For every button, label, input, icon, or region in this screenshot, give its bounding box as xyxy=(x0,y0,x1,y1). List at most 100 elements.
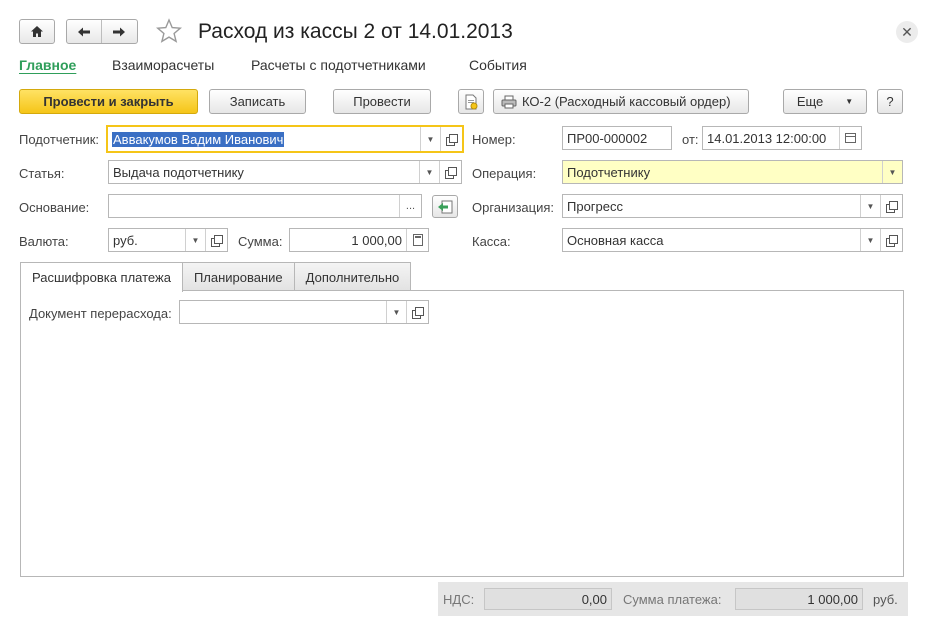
operation-label: Операция: xyxy=(472,166,537,181)
back-button[interactable] xyxy=(67,20,101,43)
basis-fill-button[interactable] xyxy=(432,195,458,218)
cashbox-field[interactable]: Основная касса ▼ xyxy=(562,228,903,252)
chevron-down-icon: ▼ xyxy=(866,201,875,211)
home-icon xyxy=(31,26,43,37)
document-create-icon xyxy=(465,94,478,109)
employee-value: Аввакумов Вадим Иванович xyxy=(112,131,285,147)
date-field[interactable]: 14.01.2013 12:00:00 xyxy=(702,126,862,150)
employee-label: Подотчетник: xyxy=(19,132,100,147)
overspend-field[interactable]: ▼ xyxy=(179,300,429,324)
create-based-on-button[interactable] xyxy=(458,89,484,114)
employee-open-button[interactable] xyxy=(440,127,462,151)
close-button[interactable]: ✕ xyxy=(896,21,918,43)
article-open-button[interactable] xyxy=(439,161,461,183)
cashbox-value: Основная касса xyxy=(567,232,664,248)
tab-accountable-settlements[interactable]: Расчеты с подотчетниками xyxy=(251,57,426,73)
article-label: Статья: xyxy=(19,166,65,181)
payment-details-panel: Документ перерасхода: ▼ xyxy=(20,290,904,577)
basis-select-button[interactable]: ... xyxy=(399,195,421,217)
page-title: Расход из кассы 2 от 14.01.2013 xyxy=(198,20,513,43)
arrow-left-icon xyxy=(78,27,90,36)
org-open-button[interactable] xyxy=(880,195,902,217)
totals-footer: НДС: 0,00 Сумма платежа: 1 000,00 руб. xyxy=(438,582,908,616)
open-icon xyxy=(886,234,898,247)
number-value: ПР00-000002 xyxy=(567,130,648,146)
chevron-down-icon: ▼ xyxy=(425,167,434,177)
org-field[interactable]: Прогресс ▼ xyxy=(562,194,903,218)
calendar-icon xyxy=(845,133,856,143)
currency-value: руб. xyxy=(113,232,138,248)
sum-label: Сумма: xyxy=(238,234,283,249)
operation-dropdown-button[interactable]: ▼ xyxy=(882,161,902,183)
operation-field[interactable]: Подотчетнику ▼ xyxy=(562,160,903,184)
chevron-down-icon: ▼ xyxy=(888,167,897,177)
tab-planning[interactable]: Планирование xyxy=(181,262,295,291)
number-label: Номер: xyxy=(472,132,516,147)
tab-additional[interactable]: Дополнительно xyxy=(293,262,412,291)
currency-open-button[interactable] xyxy=(205,229,227,251)
calendar-button[interactable] xyxy=(839,127,861,149)
calculator-button[interactable] xyxy=(406,229,428,251)
more-button[interactable]: Еще ▼ xyxy=(783,89,867,114)
overspend-dropdown-button[interactable]: ▼ xyxy=(386,301,406,323)
chevron-down-icon: ▼ xyxy=(845,97,854,106)
article-value: Выдача подотчетнику xyxy=(113,164,244,180)
chevron-down-icon: ▼ xyxy=(866,235,875,245)
basis-label: Основание: xyxy=(19,200,90,215)
chevron-down-icon: ▼ xyxy=(392,307,401,317)
currency-field[interactable]: руб. ▼ xyxy=(108,228,228,252)
save-button[interactable]: Записать xyxy=(209,89,306,114)
tab-payment-details[interactable]: Расшифровка платежа xyxy=(20,262,183,292)
open-icon xyxy=(886,200,898,213)
employee-field[interactable]: Аввакумов Вадим Иванович ▼ xyxy=(106,125,464,153)
vat-label: НДС: xyxy=(443,592,475,607)
tab-main[interactable]: Главное xyxy=(19,57,76,73)
tab-events[interactable]: События xyxy=(469,57,527,73)
article-field[interactable]: Выдача подотчетнику ▼ xyxy=(108,160,462,184)
date-value: 14.01.2013 12:00:00 xyxy=(707,130,827,146)
currency-dropdown-button[interactable]: ▼ xyxy=(185,229,205,251)
help-button[interactable]: ? xyxy=(877,89,903,114)
operation-value: Подотчетнику xyxy=(563,164,882,180)
currency-label: Валюта: xyxy=(19,234,69,249)
employee-dropdown-button[interactable]: ▼ xyxy=(420,127,440,151)
date-label: от: xyxy=(682,132,699,147)
history-nav xyxy=(66,19,138,44)
open-icon xyxy=(211,234,223,247)
overspend-open-button[interactable] xyxy=(406,301,428,323)
org-value: Прогресс xyxy=(567,198,624,214)
favorite-star-icon[interactable] xyxy=(156,18,182,44)
vat-value: 0,00 xyxy=(484,588,612,610)
total-value: 1 000,00 xyxy=(735,588,863,610)
cashbox-label: Касса: xyxy=(472,234,511,249)
fill-from-icon xyxy=(438,200,453,213)
print-button[interactable]: КО-2 (Расходный кассовый ордер) xyxy=(493,89,749,114)
article-dropdown-button[interactable]: ▼ xyxy=(419,161,439,183)
org-label: Организация: xyxy=(472,200,555,215)
chevron-down-icon: ▼ xyxy=(191,235,200,245)
total-label: Сумма платежа: xyxy=(623,592,722,607)
cashbox-dropdown-button[interactable]: ▼ xyxy=(860,229,880,251)
chevron-down-icon: ▼ xyxy=(426,134,435,144)
post-and-close-button[interactable]: Провести и закрыть xyxy=(19,89,198,114)
org-dropdown-button[interactable]: ▼ xyxy=(860,195,880,217)
close-icon: ✕ xyxy=(901,23,913,40)
open-icon xyxy=(445,166,457,179)
tab-settlements[interactable]: Взаиморасчеты xyxy=(112,57,214,73)
cashbox-open-button[interactable] xyxy=(880,229,902,251)
sum-value: 1 000,00 xyxy=(351,232,402,248)
sum-field[interactable]: 1 000,00 xyxy=(289,228,429,252)
printer-icon xyxy=(501,95,517,108)
overspend-label: Документ перерасхода: xyxy=(29,306,172,321)
print-button-label: КО-2 (Расходный кассовый ордер) xyxy=(522,94,731,109)
inner-tabstrip: Расшифровка платежа Планирование Дополни… xyxy=(20,262,412,292)
forward-button[interactable] xyxy=(101,20,135,43)
basis-field[interactable]: ... xyxy=(108,194,422,218)
number-field[interactable]: ПР00-000002 xyxy=(562,126,672,150)
post-button[interactable]: Провести xyxy=(333,89,431,114)
total-currency: руб. xyxy=(873,592,898,607)
home-button[interactable] xyxy=(20,20,54,43)
calculator-icon xyxy=(412,234,423,246)
home-button-group xyxy=(19,19,55,44)
open-icon xyxy=(446,133,458,146)
